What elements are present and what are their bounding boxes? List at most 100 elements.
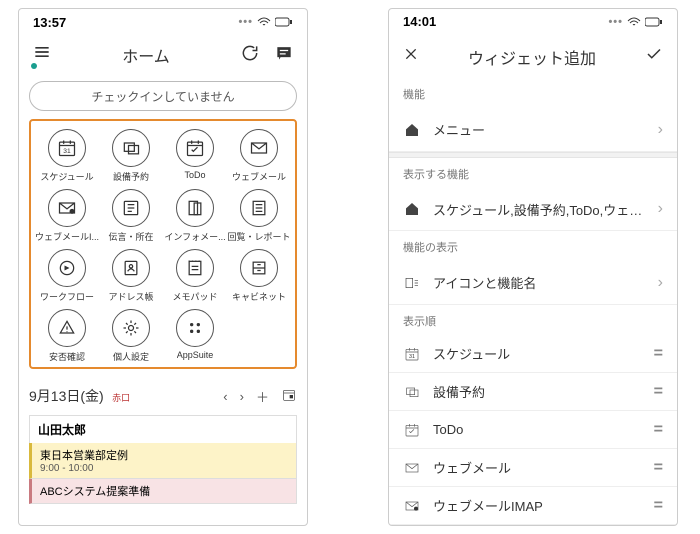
status-dots-icon: ••• <box>238 16 253 28</box>
section-head-order: 表示順 <box>389 305 677 335</box>
app-info[interactable]: インフォメー... <box>163 189 227 243</box>
comment-button[interactable] <box>273 43 295 68</box>
app-settings[interactable]: 個人設定 <box>99 309 163 363</box>
app-address[interactable]: アドレス帳 <box>99 249 163 303</box>
order-row-equipment[interactable]: 設備予約= <box>389 373 677 411</box>
page-title: ウィジェット追加 <box>468 45 596 69</box>
device-home: 13:57 ••• ホーム チェックインしていません スケジュール 設備予約 ToD… <box>18 8 308 526</box>
app-label: スケジュール <box>40 170 93 183</box>
menu-button[interactable] <box>31 42 53 69</box>
display-mode-row[interactable]: アイコンと機能名 › <box>389 261 677 305</box>
status-bar: 14:01 ••• <box>389 9 677 35</box>
todo-icon <box>403 422 421 438</box>
battery-icon <box>275 17 293 27</box>
reload-button[interactable] <box>239 43 261 68</box>
app-workflow[interactable]: ワークフロー <box>35 249 99 303</box>
app-mail2[interactable]: ウェブメールI... <box>35 189 99 243</box>
event-time: 9:00 - 10:00 <box>40 463 288 474</box>
drag-handle-icon[interactable]: = <box>654 421 663 439</box>
chevron-right-icon: › <box>658 274 663 292</box>
order-row-mail[interactable]: ウェブメール = <box>389 449 677 487</box>
app-label: 伝言・所在 <box>108 230 153 243</box>
app-memo[interactable]: メモパッド <box>163 249 227 303</box>
appsuite-icon <box>176 309 214 347</box>
close-button[interactable] <box>403 46 419 67</box>
mail-icon <box>403 460 421 476</box>
app-label: 回覧・レポート <box>227 230 290 243</box>
order-label: ウェブメールIMAP <box>433 496 642 515</box>
add-event-button[interactable]: ＋ <box>256 387 269 406</box>
app-cabinet[interactable]: キャビネット <box>227 249 291 303</box>
event-item[interactable]: 東日本営業部定例9:00 - 10:00 <box>29 443 297 479</box>
app-calendar[interactable]: スケジュール <box>35 129 99 183</box>
workflow-icon <box>48 249 86 287</box>
app-label: ウェブメールI... <box>35 230 99 243</box>
confirm-button[interactable] <box>645 45 663 68</box>
app-report[interactable]: 回覧・レポート <box>227 189 291 243</box>
page-title: ホーム <box>122 43 170 67</box>
drag-handle-icon[interactable]: = <box>654 383 663 401</box>
prev-day-button[interactable]: ‹ <box>223 389 227 404</box>
today-button[interactable] <box>281 387 297 406</box>
home-icon <box>403 122 421 138</box>
next-day-button[interactable]: › <box>240 389 244 404</box>
mail2-icon <box>403 498 421 514</box>
checkin-button[interactable]: チェックインしていません <box>29 81 297 111</box>
iconname-icon <box>403 275 421 291</box>
status-bar: 13:57 ••• <box>19 9 307 35</box>
menu-row[interactable]: メニュー › <box>389 108 677 152</box>
features-row-label: スケジュール,設備予約,ToDo,ウェブ… <box>433 200 646 219</box>
order-row-calendar[interactable]: スケジュール= <box>389 335 677 373</box>
info-icon <box>176 189 214 227</box>
event-title: 東日本営業部定例 <box>40 447 288 463</box>
status-dots-icon: ••• <box>608 16 623 28</box>
mail-icon <box>240 129 278 167</box>
app-label: 設備予約 <box>113 170 149 183</box>
app-mail[interactable]: ウェブメール <box>227 129 291 183</box>
status-time: 14:01 <box>403 14 436 29</box>
user-name: 山田太郎 <box>29 415 297 443</box>
app-label: 安否確認 <box>49 350 85 363</box>
settings-icon <box>112 309 150 347</box>
order-row-todo[interactable]: ToDo = <box>389 411 677 449</box>
event-title: ABCシステム提案準備 <box>40 483 288 499</box>
order-label: ToDo <box>433 422 642 437</box>
order-row-mail2[interactable]: ウェブメールIMAP = <box>389 487 677 525</box>
status-indicators: ••• <box>608 16 663 28</box>
memo-icon <box>176 249 214 287</box>
app-message[interactable]: 伝言・所在 <box>99 189 163 243</box>
order-label: ウェブメール <box>433 458 642 477</box>
chevron-right-icon: › <box>658 121 663 139</box>
app-label: ワークフロー <box>40 290 94 303</box>
status-indicators: ••• <box>238 16 293 28</box>
equipment-icon <box>403 384 421 400</box>
status-time: 13:57 <box>33 15 66 30</box>
chevron-right-icon: › <box>658 200 663 218</box>
date-label: 9月13日(金) <box>29 388 104 404</box>
todo-icon <box>176 129 214 167</box>
title-bar: ウィジェット追加 <box>389 35 677 79</box>
checkin-label: チェックインしていません <box>91 88 234 105</box>
report-icon <box>240 189 278 227</box>
drag-handle-icon[interactable]: = <box>654 497 663 515</box>
message-icon <box>112 189 150 227</box>
mail2-icon <box>48 189 86 227</box>
equipment-icon <box>112 129 150 167</box>
features-row[interactable]: スケジュール,設備予約,ToDo,ウェブ… › <box>389 188 677 232</box>
cabinet-icon <box>240 249 278 287</box>
app-label: キャビネット <box>232 290 286 303</box>
widget-grid-box: スケジュール 設備予約 ToDoウェブメールウェブメールI... 伝言・所在インフォメ… <box>29 119 297 369</box>
wifi-icon <box>257 17 271 27</box>
event-item[interactable]: ABCシステム提案準備 <box>29 479 297 504</box>
address-icon <box>112 249 150 287</box>
app-safety[interactable]: 安否確認 <box>35 309 99 363</box>
title-bar: ホーム <box>19 35 307 75</box>
drag-handle-icon[interactable]: = <box>654 459 663 477</box>
drag-handle-icon[interactable]: = <box>654 345 663 363</box>
app-appsuite[interactable]: AppSuite <box>163 309 227 363</box>
app-todo[interactable]: ToDo <box>163 129 227 183</box>
menu-row-label: メニュー <box>433 120 646 139</box>
app-equipment[interactable]: 設備予約 <box>99 129 163 183</box>
date-row: 9月13日(金) 赤口 ‹ › ＋ <box>29 381 297 411</box>
section-head-display: 機能の表示 <box>389 231 677 261</box>
